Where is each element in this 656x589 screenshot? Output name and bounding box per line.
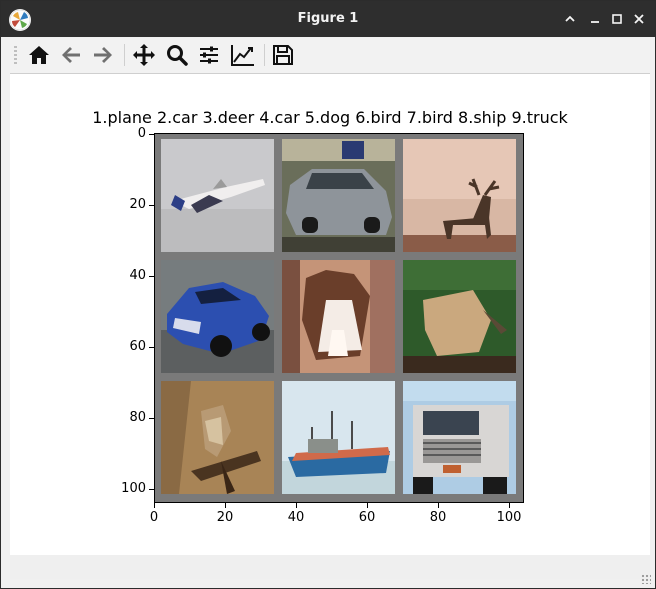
x-tick-mark <box>438 503 439 508</box>
forward-button[interactable] <box>90 42 116 68</box>
title-bar[interactable]: Figure 1 <box>1 1 655 37</box>
y-tick-label: 0 <box>137 126 146 141</box>
image-tile-ship <box>282 381 395 494</box>
back-icon <box>62 47 80 63</box>
x-tick-label: 20 <box>216 510 234 525</box>
back-button[interactable] <box>58 42 84 68</box>
x-tick-mark <box>154 503 155 508</box>
zoom-button[interactable] <box>164 42 190 68</box>
image-tile-deer <box>403 139 516 252</box>
status-bar <box>10 555 650 579</box>
image-tile-truck <box>403 381 516 494</box>
y-tick-label: 40 <box>129 268 146 283</box>
collapse-button[interactable] <box>561 10 579 28</box>
forward-icon <box>94 47 112 63</box>
x-tick-mark <box>296 503 297 508</box>
close-button[interactable] <box>630 10 648 28</box>
figure-title: 1.plane 2.car 3.deer 4.car 5.dog 6.bird … <box>92 108 568 127</box>
image-tile-dog <box>282 260 395 373</box>
x-tick-mark <box>225 503 226 508</box>
maximize-button[interactable] <box>608 10 626 28</box>
zoom-icon <box>167 45 188 66</box>
save-button[interactable] <box>270 42 296 68</box>
toolbar-grip[interactable] <box>14 46 17 66</box>
x-tick-label: 0 <box>149 510 159 525</box>
x-tick-mark <box>367 503 368 508</box>
figure-canvas[interactable]: 1.plane 2.car 3.deer 4.car 5.dog 6.bird … <box>10 74 650 555</box>
image-tile-car <box>282 139 395 252</box>
home-icon <box>29 46 49 64</box>
navigation-toolbar <box>10 38 650 74</box>
image-axes[interactable] <box>154 133 524 503</box>
y-tick-label: 60 <box>129 339 146 354</box>
resize-grip[interactable] <box>641 574 651 584</box>
pan-icon <box>133 44 155 66</box>
y-tick-label: 80 <box>129 410 146 425</box>
image-tile-plane <box>161 139 274 252</box>
home-button[interactable] <box>26 42 52 68</box>
x-tick-label: 40 <box>287 510 305 525</box>
subplots-icon <box>200 46 218 64</box>
x-tick-label: 80 <box>429 510 447 525</box>
image-tile-bird <box>403 260 516 373</box>
toolbar-separator <box>264 44 265 66</box>
x-tick-label: 60 <box>358 510 376 525</box>
save-icon <box>273 45 293 65</box>
y-tick-label: 100 <box>121 481 146 496</box>
image-tile-bird <box>161 381 274 494</box>
x-tick-label: 100 <box>496 510 522 525</box>
image-tile-car <box>161 260 274 373</box>
customize-button[interactable] <box>230 42 256 68</box>
toolbar-separator <box>124 44 125 66</box>
customize-icon <box>231 45 254 66</box>
figure-window: Figure 1 1.plane 2.car 3.deer 4.car 5.do… <box>0 0 656 589</box>
y-tick-label: 20 <box>129 197 146 212</box>
pan-button[interactable] <box>131 42 157 68</box>
window-title: Figure 1 <box>297 11 359 26</box>
x-tick-mark <box>509 503 510 508</box>
minimize-button[interactable] <box>586 10 604 28</box>
subplots-button[interactable] <box>196 42 222 68</box>
